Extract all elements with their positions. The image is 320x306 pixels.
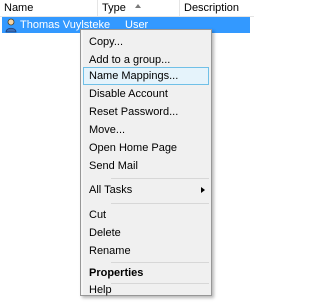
menu-item-delete[interactable]: Delete (83, 224, 209, 242)
context-menu: Copy... Add to a group... Name Mappings.… (80, 29, 212, 296)
menu-item-open-home-page[interactable]: Open Home Page (83, 139, 209, 157)
menu-separator (111, 262, 209, 263)
menu-item-name-mappings[interactable]: Name Mappings... (83, 67, 209, 85)
list-header: Name Type Description (0, 0, 254, 17)
column-header-type[interactable]: Type (98, 0, 180, 16)
sort-ascending-icon (135, 4, 141, 8)
menu-item-send-mail[interactable]: Send Mail (83, 157, 209, 175)
menu-item-reset-password[interactable]: Reset Password... (83, 103, 209, 121)
menu-item-all-tasks[interactable]: All Tasks (83, 181, 209, 199)
menu-item-help[interactable]: Help (83, 285, 209, 296)
menu-separator (111, 203, 209, 204)
submenu-arrow-icon (201, 187, 205, 193)
menu-item-move[interactable]: Move... (83, 121, 209, 139)
menu-item-all-tasks-label: All Tasks (89, 184, 133, 196)
menu-item-properties[interactable]: Properties (83, 264, 209, 282)
column-header-name[interactable]: Name (0, 0, 98, 16)
menu-item-cut[interactable]: Cut (83, 206, 209, 224)
column-header-description[interactable]: Description (180, 0, 254, 16)
menu-item-disable-account[interactable]: Disable Account (83, 85, 209, 103)
menu-separator (111, 178, 209, 179)
menu-item-copy[interactable]: Copy... (83, 33, 209, 51)
user-icon (4, 17, 18, 33)
menu-item-rename[interactable]: Rename (83, 242, 209, 260)
menu-separator (111, 283, 209, 284)
